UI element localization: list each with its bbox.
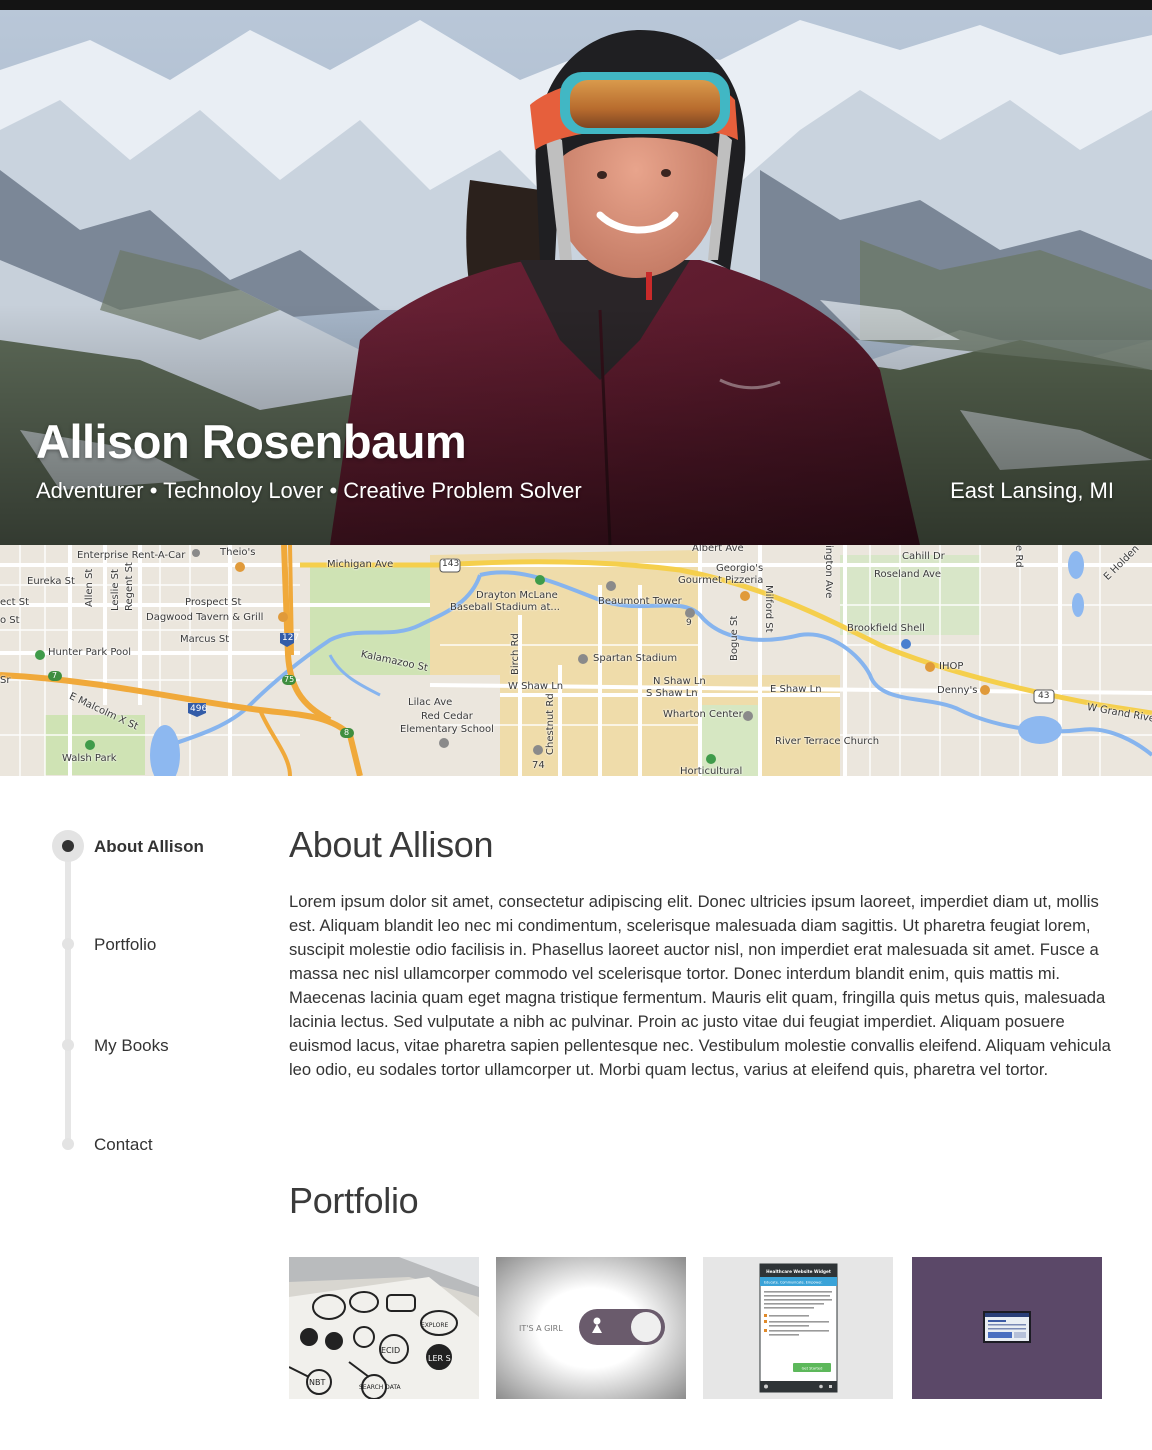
map-label: 143 [442, 559, 460, 569]
map-label: Bogue St [729, 615, 740, 661]
about-heading: About Allison [289, 824, 494, 865]
sketch-word: SEARCH DATA [359, 1384, 402, 1391]
nav-label: My Books [94, 1036, 169, 1055]
map-label: 75 [284, 675, 295, 684]
map-label: Cahill Dr [902, 551, 945, 562]
map-label: S Shaw Ln [646, 688, 698, 699]
widget-title: Healthcare Website Widget [766, 1269, 831, 1274]
nav-track [65, 846, 71, 1144]
map-label: Prospect St [185, 597, 242, 608]
widget-thumbnail: Healthcare Website Widget Educate. Commu… [703, 1257, 893, 1399]
portfolio-item-toggle[interactable]: IT'S A GIRL [496, 1257, 686, 1399]
map-label: Michigan Ave [327, 559, 394, 570]
map-label: 496 [190, 704, 208, 714]
map-label: Beaumont Tower [598, 596, 682, 607]
map-label: Georgio's [716, 563, 764, 574]
map-label: River Terrace Church [775, 736, 880, 747]
map-label: W Shaw Ln [508, 681, 564, 692]
portfolio-item-sketches[interactable]: ECID LER S NBT SEARCH DATA EXPLORE [289, 1257, 479, 1399]
map-label: Wharton Center [663, 709, 743, 720]
profile-name: Allison Rosenbaum [36, 415, 467, 468]
map-label: Leslie St [110, 569, 121, 611]
nav-item-about[interactable]: About Allison [50, 830, 250, 862]
map-label: Enterprise Rent-A-Car [77, 550, 186, 561]
map-label: Hunter Park Pool [48, 647, 132, 658]
map-label: Lilac Ave [408, 697, 453, 708]
map-label: o St [0, 615, 20, 626]
about-body: Lorem ipsum dolor sit amet, consectetur … [289, 892, 1111, 1079]
section-nav: About Allison Portfolio My Books Contact [50, 830, 250, 1170]
nav-dot [62, 1039, 74, 1051]
map-label: e Rd [1013, 545, 1024, 568]
nav-dot [62, 938, 74, 950]
map-label: 43 [1038, 691, 1050, 701]
map-label: Denny's [937, 685, 978, 696]
nav-dot-active [52, 830, 84, 862]
map-label: Roseland Ave [874, 569, 942, 580]
nav-item-contact[interactable]: Contact [50, 1128, 250, 1160]
map-label: 8 [344, 728, 350, 737]
widget-subtitle: Educate. Communicate. Empower. [764, 1281, 822, 1285]
toggle-label: IT'S A GIRL [519, 1324, 563, 1333]
sketch-word: NBT [309, 1378, 325, 1387]
toggle-thumbnail: IT'S A GIRL [496, 1257, 686, 1399]
nav-item-portfolio[interactable]: Portfolio [50, 928, 250, 960]
map-label: 127 [282, 633, 300, 643]
sketch-thumbnail: ECID LER S NBT SEARCH DATA EXPLORE [289, 1257, 479, 1399]
map-label: Red Cedar [421, 711, 473, 722]
map-label: 7 [52, 671, 58, 680]
widget-button: Get Started [802, 1367, 823, 1371]
map-label: Spartan Stadium [593, 653, 678, 664]
nav-item-my-books[interactable]: My Books [50, 1029, 250, 1061]
hero-banner: Allison Rosenbaum Adventurer • Technoloy… [0, 10, 1152, 545]
map-label: IHOP [939, 661, 964, 672]
website-thumbnail [912, 1257, 1102, 1399]
map-label: N Shaw Ln [653, 676, 706, 687]
top-strip [0, 0, 1152, 10]
portfolio-heading: Portfolio [289, 1180, 419, 1221]
map-label: Theio's [220, 547, 256, 558]
map-label: Baseball Stadium at... [450, 602, 560, 613]
sketch-word: ECID [381, 1346, 400, 1355]
location-map[interactable]: Enterprise Rent-A-Car Theio's Michigan A… [0, 545, 1152, 776]
nav-label: Contact [94, 1135, 153, 1154]
map-label: Marcus St [180, 634, 230, 645]
map-label: Elementary School [400, 724, 494, 735]
map-label: ect St [0, 597, 30, 608]
map-label: Drayton McLane [476, 590, 558, 601]
map-label: Chestnut Rd [545, 693, 556, 755]
map-label: Eureka St [27, 576, 75, 587]
portfolio-item-website[interactable] [912, 1257, 1102, 1399]
nav-label: Portfolio [94, 935, 157, 954]
map-label: Sr [0, 675, 11, 686]
map-label: Brookfield Shell [847, 623, 925, 634]
sketch-word: EXPLORE [421, 1322, 449, 1329]
map-label: 9 [686, 618, 692, 628]
nav-label: About Allison [94, 837, 204, 856]
profile-location: East Lansing, MI [950, 478, 1114, 503]
nav-dot [62, 1138, 74, 1150]
map-label: ington Ave [823, 545, 834, 599]
map-label: Dagwood Tavern & Grill [146, 612, 264, 623]
map-label: Gourmet Pizzeria [678, 575, 764, 586]
portfolio-item-healthcare-widget[interactable]: Healthcare Website Widget Educate. Commu… [703, 1257, 893, 1399]
map-label: Milford St [763, 585, 774, 633]
map-label: Horticultural [680, 766, 743, 776]
map-label: Albert Ave [692, 545, 744, 554]
map-label: Allen St [84, 568, 95, 607]
profile-tagline: Adventurer • Technoloy Lover • Creative … [36, 478, 582, 503]
map-label: Birch Rd [510, 633, 521, 675]
sketch-word: LER S [428, 1354, 451, 1363]
map-label: 74 [532, 760, 545, 771]
map-label: Regent St [124, 562, 135, 611]
map-graphic [0, 545, 1152, 776]
map-label: E Shaw Ln [770, 684, 822, 695]
map-label: Walsh Park [62, 753, 117, 764]
